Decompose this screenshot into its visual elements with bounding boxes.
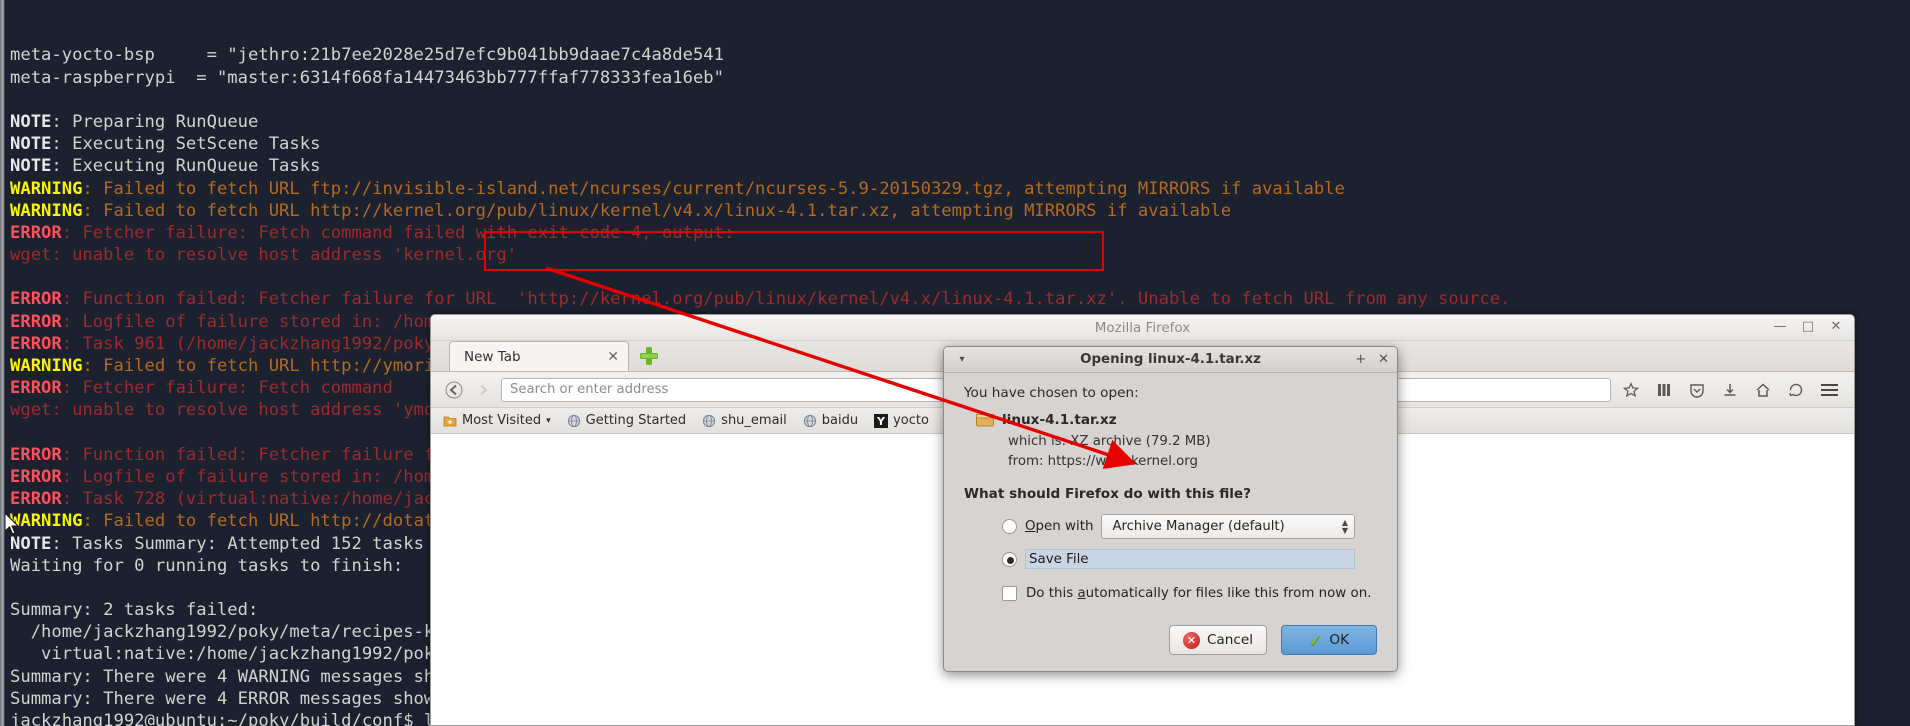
maximize-icon[interactable]: □ [1800,319,1816,335]
application-select-value: Archive Manager (default) [1112,519,1285,534]
open-with-label: Open with [1025,519,1094,534]
chevron-updown-icon: ▲ ▼ [1341,517,1348,535]
file-type-line: which is: XZ archive (79.2 MB) [1008,434,1211,449]
bookmark-yocto[interactable]: Y yocto [874,413,929,428]
terminal-line: WARNING: Failed to fetch URL http://kern… [10,200,1232,221]
terminal-line: ERROR: Function failed: Fetcher failure … [10,289,1511,310]
open-with-radio[interactable] [1002,519,1017,534]
bookmark-label: baidu [821,413,859,428]
bookmark-baidu[interactable]: baidu [803,413,858,428]
save-file-label: Save File [1025,549,1355,569]
download-icon[interactable] [1717,378,1743,402]
archive-icon [976,414,994,427]
dialog-minimize-icon[interactable]: + [1355,352,1366,367]
opening-file-dialog[interactable]: ▾ Opening linux-4.1.tar.xz + ✕ You have … [943,346,1398,672]
plus-icon [640,347,658,365]
firefox-titlebar[interactable]: Mozilla Firefox — □ ✕ [431,315,1854,341]
terminal-line: NOTE: Preparing RunQueue [10,111,259,132]
terminal-line: meta-raspberrypi = "master:6314f668fa144… [10,67,724,88]
dialog-close-icon[interactable]: ✕ [1378,352,1389,367]
close-icon[interactable]: ✕ [1828,319,1844,335]
pocket-icon[interactable] [1684,378,1710,402]
tab-close-icon[interactable]: ✕ [593,349,619,365]
dialog-window-controls[interactable]: + ✕ [1355,352,1389,367]
bookmark-shu-email[interactable]: shu_email [702,413,787,428]
dialog-titlebar[interactable]: ▾ Opening linux-4.1.tar.xz + ✕ [944,347,1397,373]
ok-button[interactable]: ✓ OK [1281,625,1377,655]
terminal-line: NOTE: Executing RunQueue Tasks [10,156,321,177]
url-placeholder-text: Search or enter address [510,382,669,397]
cancel-button[interactable]: ✕ Cancel [1168,625,1267,655]
svg-text:Y: Y [876,415,886,428]
cancel-button-label: Cancel [1206,632,1253,648]
terminal-scroll-edge [0,0,5,726]
terminal-line: meta-yocto-bsp = "jethro:21b7ee2028e25d7… [10,45,724,66]
tab-label: New Tab [464,348,521,365]
chevron-down-icon: ▾ [546,415,551,426]
library-icon[interactable] [1651,378,1677,402]
globe-icon [703,414,716,427]
dialog-body: You have chosen to open: linux-4.1.tar.x… [944,373,1397,601]
new-tab-button[interactable] [639,346,659,366]
terminal-line: WARNING: Failed to fetch URL ftp://invis… [10,178,1345,199]
screen-root: meta-yocto-bsp = "jethro:21b7ee2028e25d7… [0,0,1910,726]
bookmark-most-visited[interactable]: Most Visited ▾ [443,413,551,428]
back-arrow-icon[interactable] [443,379,465,401]
bookmark-label: Getting Started [585,413,687,428]
file-source-line: from: https://www.kernel.org [1008,454,1198,469]
star-icon[interactable] [1618,378,1644,402]
file-name: linux-4.1.tar.xz [1002,412,1117,428]
dialog-intro-text: You have chosen to open: [964,385,1139,401]
globe-icon [803,414,816,427]
save-file-radio[interactable] [1002,551,1017,567]
cancel-x-icon: ✕ [1182,631,1200,649]
file-info-row: linux-4.1.tar.xz [976,412,1377,428]
minimize-icon[interactable]: — [1772,319,1788,335]
auto-handle-option[interactable]: Do this automatically for files like thi… [1002,586,1377,601]
terminal-line: NOTE: Executing SetScene Tasks [10,134,321,155]
sync-icon[interactable] [1783,378,1809,402]
dialog-question: What should Firefox do with this file? [964,486,1252,502]
dialog-title: Opening linux-4.1.tar.xz [1080,352,1261,367]
mouse-cursor-icon [5,513,20,535]
bookmark-label: Most Visited [462,413,542,428]
browser-tab[interactable]: New Tab ✕ [449,341,629,371]
auto-handle-label: Do this automatically for files like thi… [1026,586,1372,601]
dialog-footer[interactable]: ✕ Cancel ✓ OK [1168,625,1377,655]
bookmark-label: shu_email [721,413,787,428]
window-controls[interactable]: — □ ✕ [1772,319,1844,335]
auto-handle-checkbox[interactable] [1002,586,1017,601]
bookmark-getting-started[interactable]: Getting Started [567,413,687,428]
open-with-option[interactable]: Open with Archive Manager (default) ▲ ▼ [1002,514,1377,539]
globe-icon [567,414,580,427]
folder-star-icon [443,416,457,426]
menu-icon[interactable] [1816,378,1842,402]
check-icon: ✓ [1308,630,1323,650]
forward-arrow-icon[interactable] [472,379,494,401]
firefox-window-title: Mozilla Firefox [1094,320,1191,336]
save-file-option[interactable]: Save File [1002,549,1377,569]
bookmark-label: yocto [893,413,929,428]
ok-button-label: OK [1329,632,1350,648]
home-icon[interactable] [1750,378,1776,402]
annotation-highlight-box [484,231,1104,271]
application-select[interactable]: Archive Manager (default) ▲ ▼ [1101,514,1355,539]
yahoo-y-icon: Y [874,413,889,428]
